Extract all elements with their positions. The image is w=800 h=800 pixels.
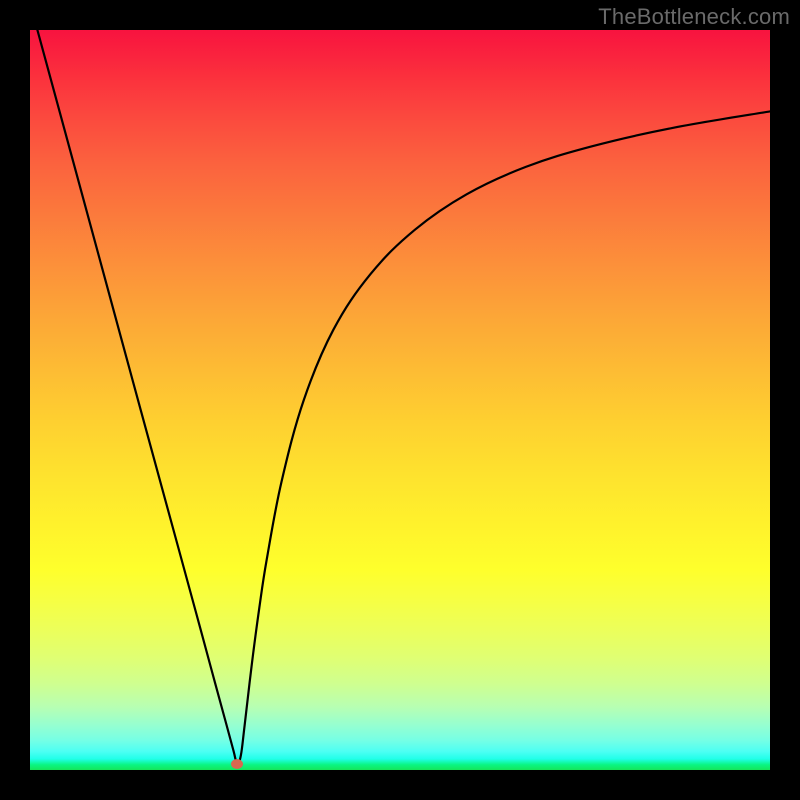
watermark-text: TheBottleneck.com [598,4,790,30]
curve-svg [30,30,770,770]
chart-frame: TheBottleneck.com [0,0,800,800]
curve-path [37,30,770,764]
plot-area [30,30,770,770]
minimum-marker [231,759,243,769]
